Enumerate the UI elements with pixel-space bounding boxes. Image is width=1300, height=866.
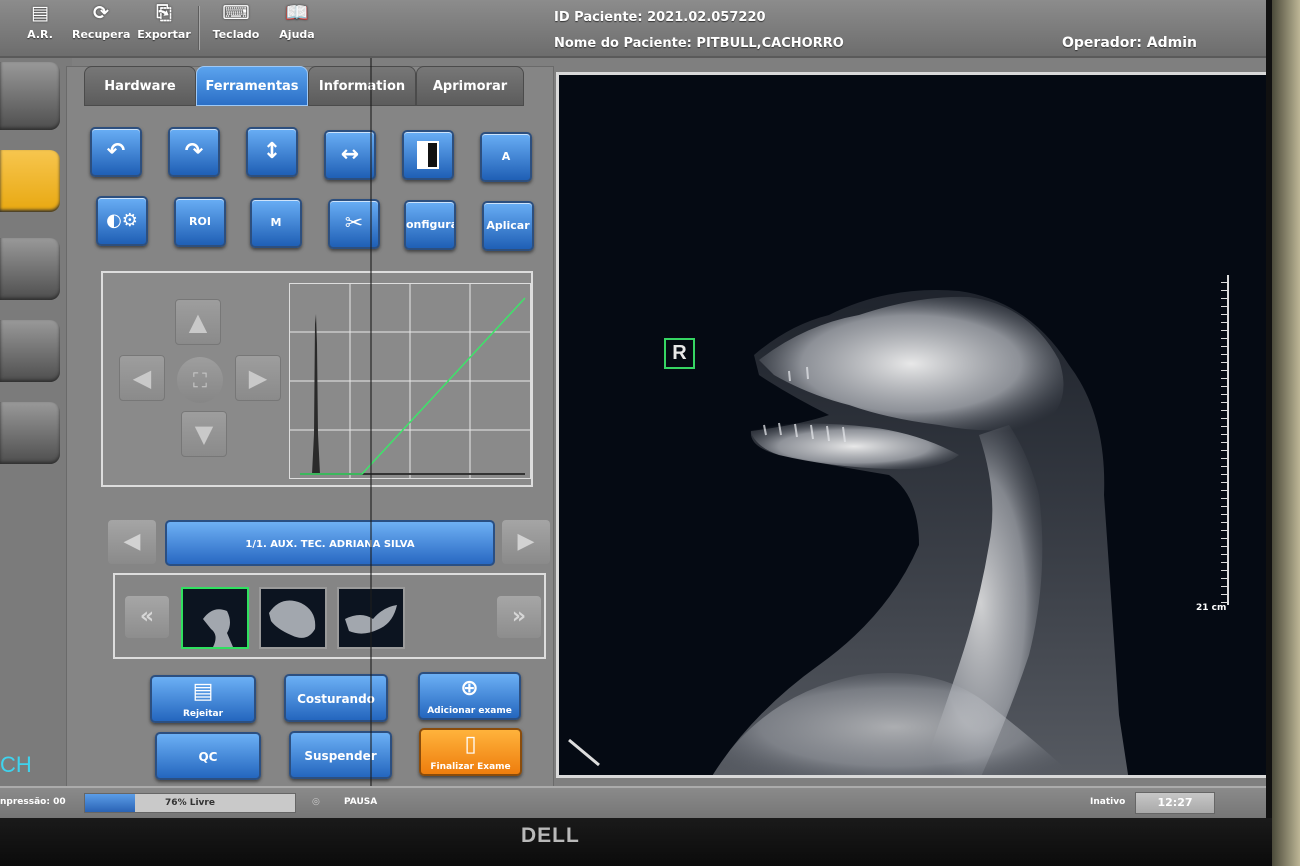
invert-button[interactable]: [402, 130, 454, 180]
activity-status: Inativo: [1090, 797, 1126, 807]
door-icon: ▯: [464, 732, 477, 757]
thumbnails-prev-button[interactable]: «: [125, 596, 169, 638]
scissors-icon: ✂: [344, 211, 364, 236]
sidebar-cut-text: CH: [0, 752, 32, 777]
annotation-icon: A: [501, 150, 511, 163]
toolbar-ar-button[interactable]: ▤ A.R.: [22, 0, 58, 41]
rotate-left-button[interactable]: ↶: [90, 127, 142, 177]
finish-exam-button[interactable]: ▯ Finalizar Exame: [419, 728, 522, 776]
toolbar-help-button[interactable]: 📖 Ajuda: [272, 0, 322, 41]
histogram-grid: [290, 284, 530, 478]
histogram-panel: ▲ ◀ ⛶ ▶ ▼: [101, 271, 533, 487]
suspend-button[interactable]: Suspender: [289, 731, 392, 779]
book-icon: 📖: [285, 2, 309, 24]
patient-id: ID Paciente: 2021.02.057220: [554, 10, 766, 25]
scale-label: 21 cm: [1196, 603, 1227, 613]
scissors-button[interactable]: ✂: [328, 199, 380, 249]
add-exam-button[interactable]: ⊕ Adicionar exame: [418, 672, 521, 720]
operator-info: Operador: Admin: [1062, 35, 1198, 51]
pause-icon: ◎: [312, 797, 320, 807]
pan-down-button[interactable]: ▼: [181, 411, 227, 457]
export-icon: ⎘: [156, 2, 172, 24]
toolbar-keyboard-button[interactable]: ⌨ Teclado: [208, 0, 264, 41]
flip-horizontal-button[interactable]: ↔: [324, 130, 376, 180]
flip-vertical-icon: ↕: [262, 139, 282, 164]
histogram-peak: [312, 314, 320, 474]
annotation-button[interactable]: A: [480, 132, 532, 182]
refresh-icon: ⟳: [93, 2, 109, 24]
reject-button[interactable]: ▤ Rejeitar: [150, 675, 256, 723]
qc-button[interactable]: QC: [155, 732, 261, 780]
print-count: npressão: 00: [0, 797, 66, 807]
apply-button[interactable]: Aplicar: [482, 201, 534, 251]
pan-left-button[interactable]: ◀: [119, 355, 165, 401]
pause-status[interactable]: PAUSA: [344, 797, 377, 807]
flip-horizontal-icon: ↔: [340, 142, 360, 167]
rotate-left-icon: ↶: [106, 139, 126, 164]
screen-reflection-line: [370, 58, 372, 788]
roi-button[interactable]: ROI: [174, 197, 226, 247]
histogram-svg: [290, 284, 530, 478]
top-toolbar: ▤ A.R. ⟳ Recuperar ⎘ Exportar ⌨ Teclado …: [0, 0, 1266, 58]
background-wall: [1272, 0, 1300, 866]
stitch-button[interactable]: Costurando: [284, 674, 388, 722]
rotate-right-icon: ↷: [184, 139, 204, 164]
fit-button[interactable]: ⛶: [177, 357, 223, 403]
ruler-scale: [1219, 275, 1229, 605]
tab-ferramentas[interactable]: Ferramentas: [196, 66, 308, 106]
tab-information[interactable]: Information: [308, 66, 416, 106]
sidebar-button-2[interactable]: [0, 238, 60, 300]
sidebar-button-3[interactable]: [0, 320, 60, 382]
measure-button[interactable]: M: [250, 198, 302, 248]
document-icon: ▤: [31, 2, 49, 24]
toolbar-export-button[interactable]: ⎘ Exportar: [136, 0, 192, 41]
pan-right-button[interactable]: ▶: [235, 355, 281, 401]
sidebar-button-1[interactable]: [0, 62, 60, 130]
patient-name: Nome do Paciente: PITBULL,CACHORRO: [554, 36, 844, 51]
monitor-brand-logo: DELL: [521, 824, 580, 847]
contrast-settings-button[interactable]: ◐⚙: [96, 196, 148, 246]
thumbnail-image: [203, 609, 233, 647]
flip-vertical-button[interactable]: ↕: [246, 127, 298, 177]
storage-progress: 76% Livre: [84, 793, 296, 813]
application-screen: ▤ A.R. ⟳ Recuperar ⎘ Exportar ⌨ Teclado …: [0, 0, 1272, 818]
series-next-button[interactable]: ▶: [502, 520, 550, 564]
plus-circle-icon: ⊕: [460, 676, 479, 701]
toolbar-recover-button[interactable]: ⟳ Recuperar: [72, 0, 130, 41]
thumbnail-image: [269, 600, 316, 638]
monitor-bezel: [0, 818, 1300, 866]
histogram-chart[interactable]: [289, 283, 531, 479]
toolbar-separator: [198, 6, 200, 50]
invert-icon: [417, 141, 439, 169]
keyboard-icon: ⌨: [222, 2, 250, 24]
clock: 12:27: [1135, 792, 1215, 814]
thumbnail-2[interactable]: [259, 587, 327, 649]
series-label-button[interactable]: 1/1. AUX. TEC. ADRIANA SILVA: [165, 520, 495, 566]
sidebar-button-active[interactable]: [0, 150, 60, 212]
left-sidebar: [0, 58, 72, 788]
status-bar: npressão: 00 76% Livre ◎ PAUSA Inativo 1…: [0, 786, 1266, 818]
thumbnail-1[interactable]: [181, 587, 249, 649]
xray-image: [559, 75, 1266, 775]
orientation-marker: R: [664, 338, 695, 369]
fit-icon: ⛶: [193, 368, 207, 392]
pan-up-button[interactable]: ▲: [175, 299, 221, 345]
thumbnail-strip: « »: [113, 573, 546, 659]
tab-hardware[interactable]: Hardware: [84, 66, 196, 106]
sidebar-button-4[interactable]: [0, 402, 60, 464]
image-viewer[interactable]: R 21 cm: [556, 72, 1266, 778]
contrast-settings-icon: ◐⚙: [106, 210, 138, 231]
window-level-curve[interactable]: [300, 297, 526, 475]
configure-button[interactable]: onfigura: [404, 200, 456, 250]
thumbnails-next-button[interactable]: »: [497, 596, 541, 638]
series-prev-button[interactable]: ◀: [108, 520, 156, 564]
tab-aprimorar[interactable]: Aprimorar: [416, 66, 524, 106]
reject-icon: ▤: [192, 679, 214, 704]
rotate-right-button[interactable]: ↷: [168, 127, 220, 177]
